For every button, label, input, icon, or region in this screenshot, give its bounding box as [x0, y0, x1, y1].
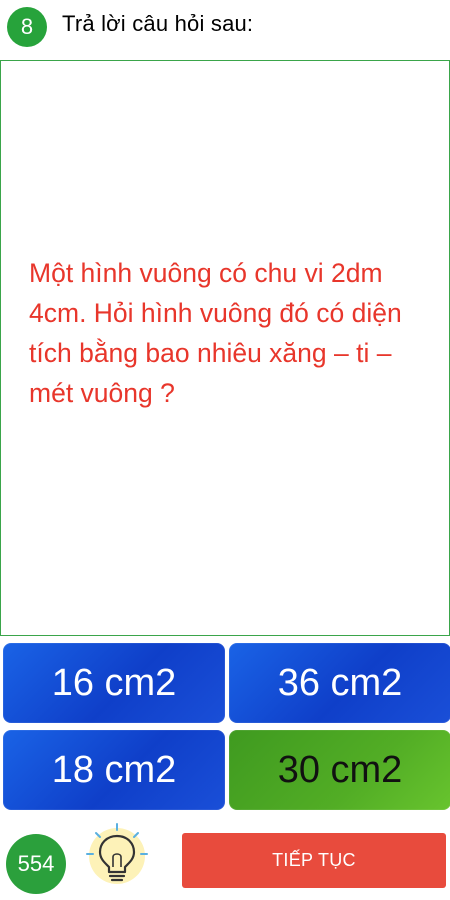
question-text: Một hình vuông có chu vi 2dm 4cm. Hỏi hì… — [29, 258, 402, 408]
hint-button[interactable] — [82, 821, 152, 891]
question-number-badge: 8 — [7, 7, 47, 47]
answer-button-3[interactable]: 18 cm2 — [3, 730, 225, 810]
lightbulb-icon — [86, 823, 148, 884]
question-panel: Một hình vuông có chu vi 2dm 4cm. Hỏi hì… — [0, 60, 450, 636]
continue-button[interactable]: TIẾP TỤC — [182, 833, 446, 888]
question-header-title: Trả lời câu hỏi sau: — [62, 11, 254, 36]
coin-count-badge: 554 — [6, 834, 66, 894]
answer-grid: 16 cm2 36 cm2 18 cm2 30 cm2 — [0, 642, 450, 812]
question-header: 8 Trả lời câu hỏi sau: — [0, 0, 450, 56]
answer-button-2[interactable]: 36 cm2 — [229, 643, 450, 723]
answer-button-4[interactable]: 30 cm2 — [229, 730, 450, 810]
answer-button-1[interactable]: 16 cm2 — [3, 643, 225, 723]
